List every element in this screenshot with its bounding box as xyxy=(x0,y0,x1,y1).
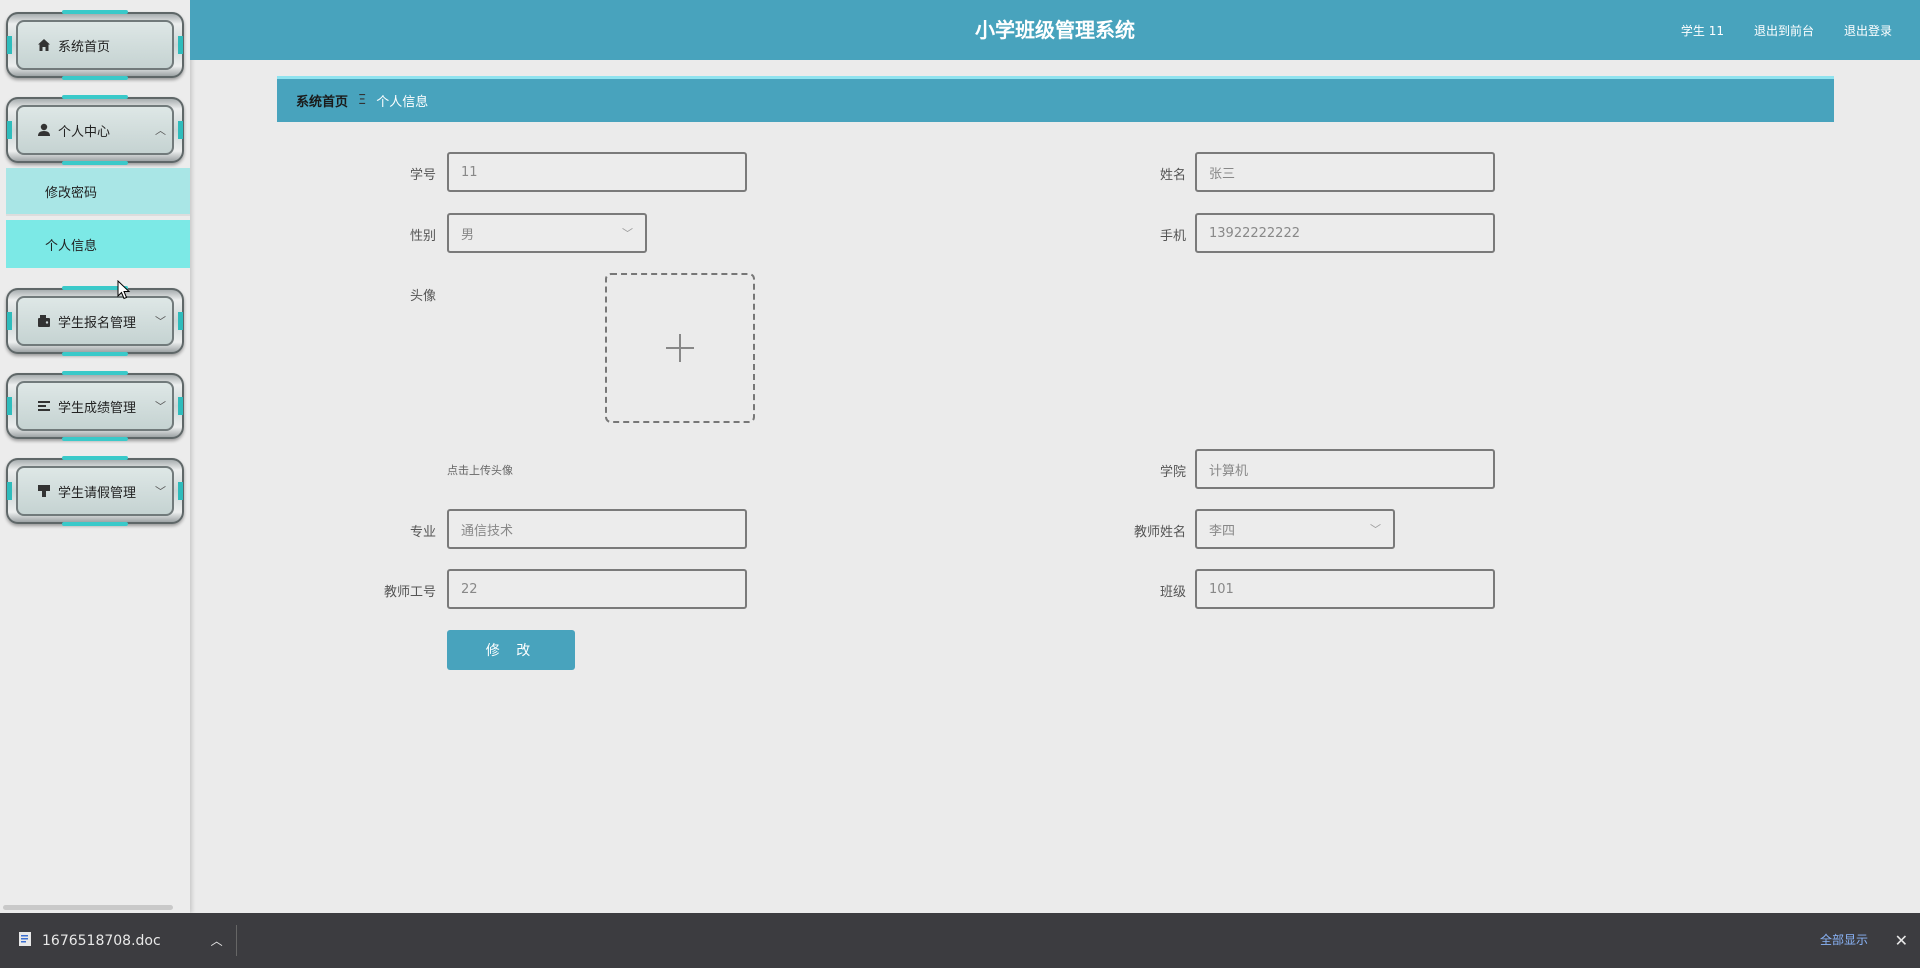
download-item[interactable]: 1676518708.doc ︿ xyxy=(18,913,223,968)
submit-button[interactable]: 修 改 xyxy=(447,630,575,670)
gender-label: 性别 xyxy=(409,229,436,244)
class-value: 101 xyxy=(1209,581,1234,597)
name-label: 姓名 xyxy=(1159,168,1186,183)
stamp-icon xyxy=(36,483,52,499)
student-no-label: 学号 xyxy=(409,168,436,183)
major-label: 专业 xyxy=(409,525,436,540)
student-no-field[interactable]: 11 xyxy=(447,152,747,192)
teacher-name-select[interactable]: 李四 ﹀ xyxy=(1195,509,1395,549)
name-value: 张三 xyxy=(1209,166,1236,182)
class-field[interactable]: 101 xyxy=(1195,569,1495,609)
teacher-name-label: 教师姓名 xyxy=(1133,525,1186,540)
avatar-upload-button[interactable] xyxy=(605,273,755,423)
phone-label: 手机 xyxy=(1159,229,1186,244)
download-filename: 1676518708.doc xyxy=(42,932,161,949)
breadcrumb-home[interactable]: 系统首页 xyxy=(296,91,348,110)
close-icon[interactable]: ✕ xyxy=(1895,913,1908,968)
document-icon xyxy=(18,931,32,951)
sidebar-item-home[interactable]: 系统首页 xyxy=(6,10,184,78)
chevron-down-icon: ﹀ xyxy=(155,315,166,328)
chevron-down-icon: ﹀ xyxy=(155,485,166,498)
sidebar-scrollbar[interactable] xyxy=(3,905,173,910)
breadcrumb: 系统首页 Ξ 个人信息 xyxy=(277,76,1834,122)
sidebar: 系统首页 个人中心 ︿ 修改密码 个人信息 学生报名管理 ﹀ 学生成绩管理 ﹀ … xyxy=(0,0,190,913)
submenu-item-change-password[interactable]: 修改密码 xyxy=(6,168,190,216)
major-value: 通信技术 xyxy=(461,523,514,539)
teacher-name-value: 李四 xyxy=(1209,523,1236,539)
major-field[interactable]: 通信技术 xyxy=(447,509,747,549)
college-label: 学院 xyxy=(1159,465,1186,480)
teacher-no-field[interactable]: 22 xyxy=(447,569,747,609)
class-label: 班级 xyxy=(1159,585,1186,600)
back-to-front-link[interactable]: 退出到前台 xyxy=(1754,22,1814,39)
submenu-item-label: 修改密码 xyxy=(45,185,98,201)
app-title: 小学班级管理系统 xyxy=(975,18,1135,42)
sidebar-item-label: 学生请假管理 xyxy=(58,485,137,501)
wallet-icon xyxy=(36,313,52,329)
sidebar-item-label: 学生成绩管理 xyxy=(58,400,137,416)
college-field[interactable]: 计算机 xyxy=(1195,449,1495,489)
phone-value: 13922222222 xyxy=(1209,225,1300,241)
avatar-label: 头像 xyxy=(409,289,436,304)
chevron-up-icon: ︿ xyxy=(155,124,166,137)
logout-link[interactable]: 退出登录 xyxy=(1844,22,1892,39)
list-icon xyxy=(36,398,52,414)
breadcrumb-separator: Ξ xyxy=(358,93,367,108)
user-icon xyxy=(36,122,52,138)
topbar: 小学班级管理系统 学生 11 退出到前台 退出登录 xyxy=(190,0,1920,60)
current-user-label: 学生 11 xyxy=(1680,23,1724,38)
college-value: 计算机 xyxy=(1209,463,1249,479)
show-all-downloads-link[interactable]: 全部显示 xyxy=(1820,913,1868,968)
chevron-up-icon[interactable]: ︿ xyxy=(211,932,223,949)
gender-value: 男 xyxy=(461,227,475,243)
teacher-no-value: 22 xyxy=(461,581,478,597)
phone-field[interactable]: 13922222222 xyxy=(1195,213,1495,253)
sidebar-item-label: 个人中心 xyxy=(58,124,111,140)
download-bar: 1676518708.doc ︿ 全部显示 ✕ xyxy=(0,913,1920,968)
chevron-down-icon: ﹀ xyxy=(1370,523,1381,536)
sidebar-item-student-grades[interactable]: 学生成绩管理 ﹀ xyxy=(6,371,184,439)
gender-select[interactable]: 男 ﹀ xyxy=(447,213,647,253)
sidebar-item-student-registration[interactable]: 学生报名管理 ﹀ xyxy=(6,286,184,354)
submenu-item-label: 个人信息 xyxy=(45,238,98,254)
avatar-upload-hint: 点击上传头像 xyxy=(447,464,513,477)
breadcrumb-current: 个人信息 xyxy=(376,95,429,110)
chevron-down-icon: ﹀ xyxy=(155,400,166,413)
home-icon xyxy=(36,37,52,53)
chevron-down-icon: ﹀ xyxy=(622,227,633,240)
sidebar-item-student-leave[interactable]: 学生请假管理 ﹀ xyxy=(6,456,184,524)
name-field[interactable]: 张三 xyxy=(1195,152,1495,192)
sidebar-item-personal-center[interactable]: 个人中心 ︿ xyxy=(6,95,184,163)
submenu-item-personal-info[interactable]: 个人信息 xyxy=(6,220,190,268)
sidebar-item-label: 学生报名管理 xyxy=(58,315,137,331)
sidebar-item-label: 系统首页 xyxy=(58,39,111,55)
teacher-no-label: 教师工号 xyxy=(383,585,436,600)
divider xyxy=(236,925,237,956)
student-no-value: 11 xyxy=(461,164,478,180)
